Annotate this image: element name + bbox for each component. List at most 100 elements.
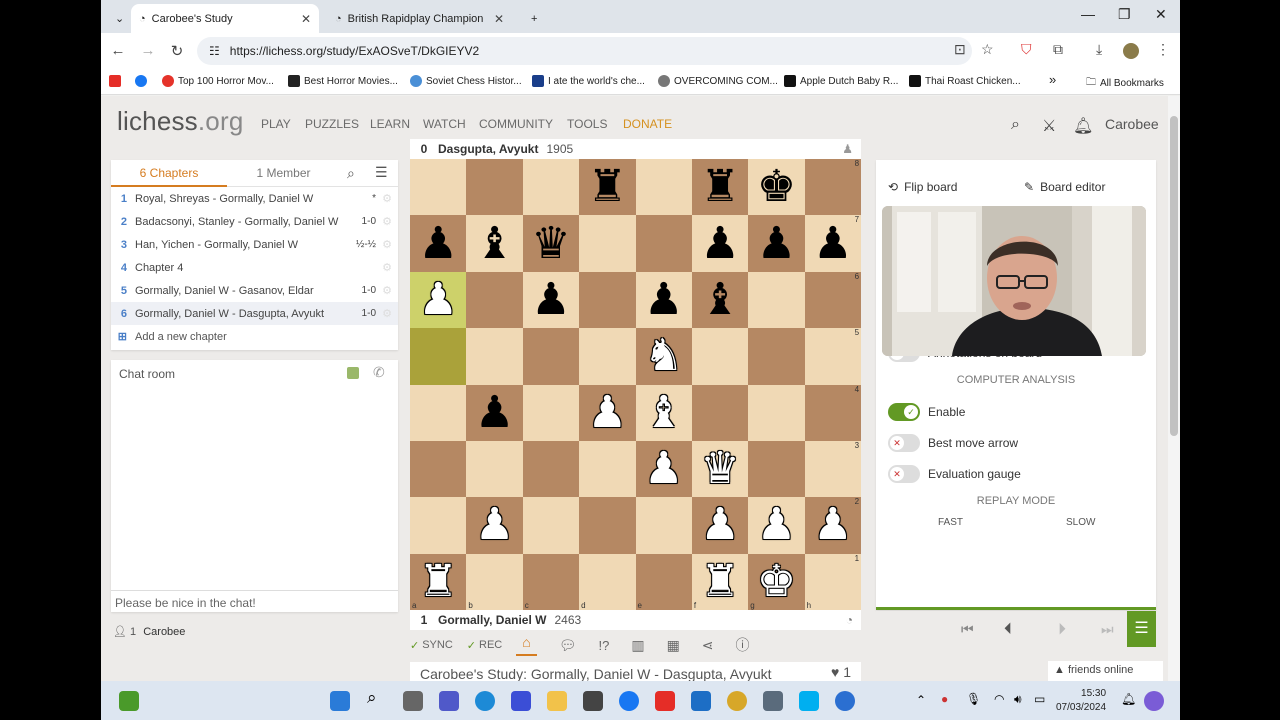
tray-icon[interactable]: ● xyxy=(941,692,961,712)
app-icon[interactable] xyxy=(835,691,855,711)
hamburger-menu-icon[interactable]: ☰ xyxy=(375,164,388,181)
bookmark-item[interactable]: Thai Roast Chicken... xyxy=(909,75,1021,87)
black-pawn-icon[interactable]: ♟ xyxy=(700,221,739,266)
square-g2[interactable]: ♟ xyxy=(748,497,805,554)
white-pawn-icon[interactable]: ♟ xyxy=(700,503,739,547)
extension-shield-icon[interactable]: ⛉ xyxy=(1021,41,1032,58)
black-king-icon[interactable]: ♚ xyxy=(757,165,796,209)
square-f6[interactable]: ♝ xyxy=(691,271,749,329)
close-window-icon[interactable]: ✕ xyxy=(1155,6,1167,23)
chapter-item[interactable]: 3 Han, Yichen - Gormally, Daniel W ½-½ ⚙ xyxy=(111,233,398,256)
square-f3[interactable]: ♛ xyxy=(691,440,749,498)
white-rook-icon[interactable]: ♜ xyxy=(700,559,739,604)
gear-icon[interactable]: ⚙ xyxy=(376,215,398,228)
square-e5[interactable]: ♞ xyxy=(635,328,692,385)
member-name[interactable]: Carobee xyxy=(143,626,185,638)
wifi-icon[interactable]: ◠ xyxy=(994,692,1014,712)
square-d2[interactable] xyxy=(579,497,636,554)
last-move-icon[interactable]: ⏭ xyxy=(1101,621,1114,638)
bookmark-star-icon[interactable]: ☆ xyxy=(981,41,994,58)
square-f1[interactable]: ♜ f xyxy=(691,553,749,611)
chapter-item[interactable]: 4 Chapter 4 ⚙ xyxy=(111,256,398,279)
nav-play[interactable]: PLAY xyxy=(261,117,291,131)
tab-inactive[interactable]: ◔ British Rapidplay Championship ✕ xyxy=(327,4,512,33)
square-a1[interactable]: ♜ a xyxy=(410,553,467,611)
tray-up-icon[interactable]: ⌃ xyxy=(916,693,936,713)
nav-puzzles[interactable]: PUZZLES xyxy=(305,117,359,131)
teams-icon[interactable] xyxy=(439,691,459,711)
square-b3[interactable] xyxy=(466,440,523,498)
square-h3[interactable]: 3 xyxy=(804,440,862,498)
volume-icon[interactable]: 🔊︎ xyxy=(1014,692,1034,712)
user-menu[interactable]: Carobee xyxy=(1105,116,1159,132)
toggle-switch[interactable]: ✕ xyxy=(888,465,920,483)
search-icon[interactable]: ⌕ xyxy=(1011,116,1020,134)
square-f8[interactable]: ♜ xyxy=(691,159,749,216)
install-icon[interactable]: ⊡ xyxy=(954,41,966,58)
square-f7[interactable]: ♟ xyxy=(691,215,749,272)
square-g3[interactable] xyxy=(748,440,805,498)
square-b7[interactable]: ♝ xyxy=(466,215,523,272)
square-a5[interactable] xyxy=(410,328,467,385)
white-pawn-icon[interactable]: ♟ xyxy=(644,447,683,491)
app-icon[interactable] xyxy=(511,691,531,711)
gear-icon[interactable]: ⚙ xyxy=(376,261,398,274)
nav-tools[interactable]: TOOLS xyxy=(567,117,607,131)
menu-icon[interactable]: ☰ xyxy=(1127,611,1156,647)
chapter-item[interactable]: 5 Gormally, Daniel W - Gasanov, Eldar 1-0 ⚙ xyxy=(111,279,398,302)
chapter-item[interactable]: 6 Gormally, Daniel W - Dasgupta, Avyukt 1-… xyxy=(111,302,398,325)
square-h5[interactable]: 5 xyxy=(804,328,862,385)
square-e7[interactable] xyxy=(635,215,692,272)
square-e2[interactable] xyxy=(635,497,692,554)
bell-icon[interactable]: 🔔︎ xyxy=(1073,116,1093,136)
tab-members[interactable]: 1 Member xyxy=(241,160,326,187)
white-bishop-icon[interactable]: ♝ xyxy=(644,390,683,435)
square-a4[interactable] xyxy=(410,384,467,441)
restore-icon[interactable]: ❐ xyxy=(1118,6,1131,23)
nav-community[interactable]: COMMUNITY xyxy=(479,117,553,131)
square-g5[interactable] xyxy=(748,328,805,385)
square-h7[interactable]: ♟ 7 xyxy=(804,215,862,272)
square-e8[interactable] xyxy=(635,159,692,216)
next-move-icon[interactable]: ⏵ xyxy=(1058,621,1066,639)
square-h4[interactable]: 4 xyxy=(804,384,862,441)
page-scrollbar[interactable] xyxy=(1168,96,1180,681)
square-b8[interactable] xyxy=(466,159,523,216)
black-pawn-icon[interactable]: ♟ xyxy=(418,221,457,266)
white-pawn-icon[interactable]: ♟ xyxy=(418,277,457,322)
square-a8[interactable] xyxy=(410,159,467,216)
chat-input[interactable]: Please be nice in the chat! xyxy=(111,590,398,612)
square-b2[interactable]: ♟ xyxy=(466,497,523,554)
share-icon[interactable]: ⋖ xyxy=(702,637,714,654)
square-a2[interactable] xyxy=(410,497,467,554)
square-h8[interactable]: 8 xyxy=(804,159,862,216)
chart-icon[interactable]: ▥ xyxy=(631,637,644,654)
task-view-icon[interactable] xyxy=(403,691,423,711)
square-f5[interactable] xyxy=(691,328,749,385)
square-g1[interactable]: ♚ g xyxy=(748,553,805,611)
skype-icon[interactable] xyxy=(799,691,819,711)
scrollbar-thumb[interactable] xyxy=(1170,116,1178,436)
black-pawn-icon[interactable]: ♟ xyxy=(644,277,683,322)
reload-icon[interactable]: ↻ xyxy=(162,42,192,60)
app-icon[interactable] xyxy=(119,691,139,711)
square-g7[interactable]: ♟ xyxy=(748,215,805,272)
white-pawn-icon[interactable]: ♟ xyxy=(475,503,514,547)
square-h6[interactable]: 6 xyxy=(804,271,862,329)
square-b6[interactable] xyxy=(466,271,523,329)
square-d6[interactable] xyxy=(579,271,636,329)
tab-chapters[interactable]: 6 Chapters xyxy=(111,160,227,187)
friends-online-bar[interactable]: ▲ friends online xyxy=(1048,661,1163,681)
square-d7[interactable] xyxy=(579,215,636,272)
nav-donate[interactable]: DONATE xyxy=(623,117,672,131)
square-g8[interactable]: ♚ xyxy=(748,159,805,216)
notification-bell-icon[interactable]: 🔔︎ xyxy=(1121,692,1141,712)
menu-kebab-icon[interactable]: ⋮ xyxy=(1156,41,1170,58)
chrome-icon[interactable] xyxy=(727,691,747,711)
gear-icon[interactable]: ⚙ xyxy=(376,192,398,205)
square-c2[interactable] xyxy=(522,497,580,554)
black-bishop-icon[interactable]: ♝ xyxy=(700,277,739,322)
player-name[interactable]: Dasgupta, Avyukt xyxy=(438,142,538,156)
black-pawn-icon[interactable]: ♟ xyxy=(475,390,514,435)
board-editor-button[interactable]: ✎ Board editor xyxy=(1024,180,1105,194)
